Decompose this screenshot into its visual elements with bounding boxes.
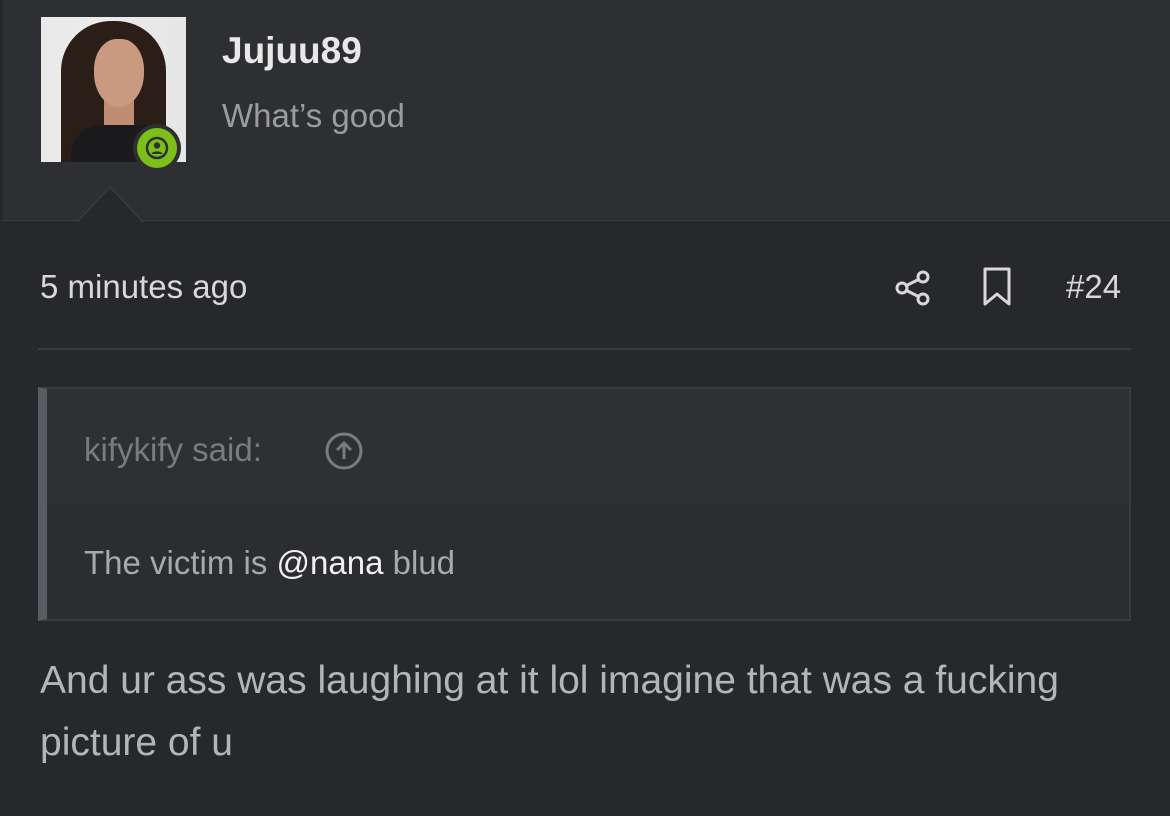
arrow-up-circle-icon [325, 432, 363, 470]
bookmark-icon [983, 267, 1011, 306]
share-button[interactable] [893, 268, 933, 308]
post-user-header: Jujuu89 What’s good [0, 0, 1170, 221]
post-number-link[interactable]: #24 [1066, 268, 1121, 306]
quote-block: kifykify said: The victim is @nana blud [38, 387, 1131, 621]
jump-to-quote-button[interactable] [324, 431, 364, 471]
forum-post: Jujuu89 What’s good 5 minutes ago #24 ki… [0, 0, 1170, 816]
quote-text: The victim is @nana blud [84, 544, 455, 582]
post-timestamp[interactable]: 5 minutes ago [40, 268, 247, 306]
quote-text-before: The victim is [84, 544, 277, 581]
post-message: And ur ass was laughing at it lol imagin… [40, 659, 1059, 764]
quote-text-after: blud [383, 544, 456, 581]
quote-header: kifykify said: [47, 389, 1129, 504]
username[interactable]: Jujuu89 [222, 30, 362, 72]
divider [38, 348, 1131, 350]
person-icon [137, 128, 177, 168]
bookmark-button[interactable] [979, 266, 1015, 308]
user-mention-link[interactable]: @nana [277, 544, 384, 581]
quote-author[interactable]: kifykify said: [84, 431, 262, 469]
online-status-badge [133, 124, 181, 172]
share-icon [895, 270, 930, 306]
user-title: What’s good [222, 97, 405, 134]
